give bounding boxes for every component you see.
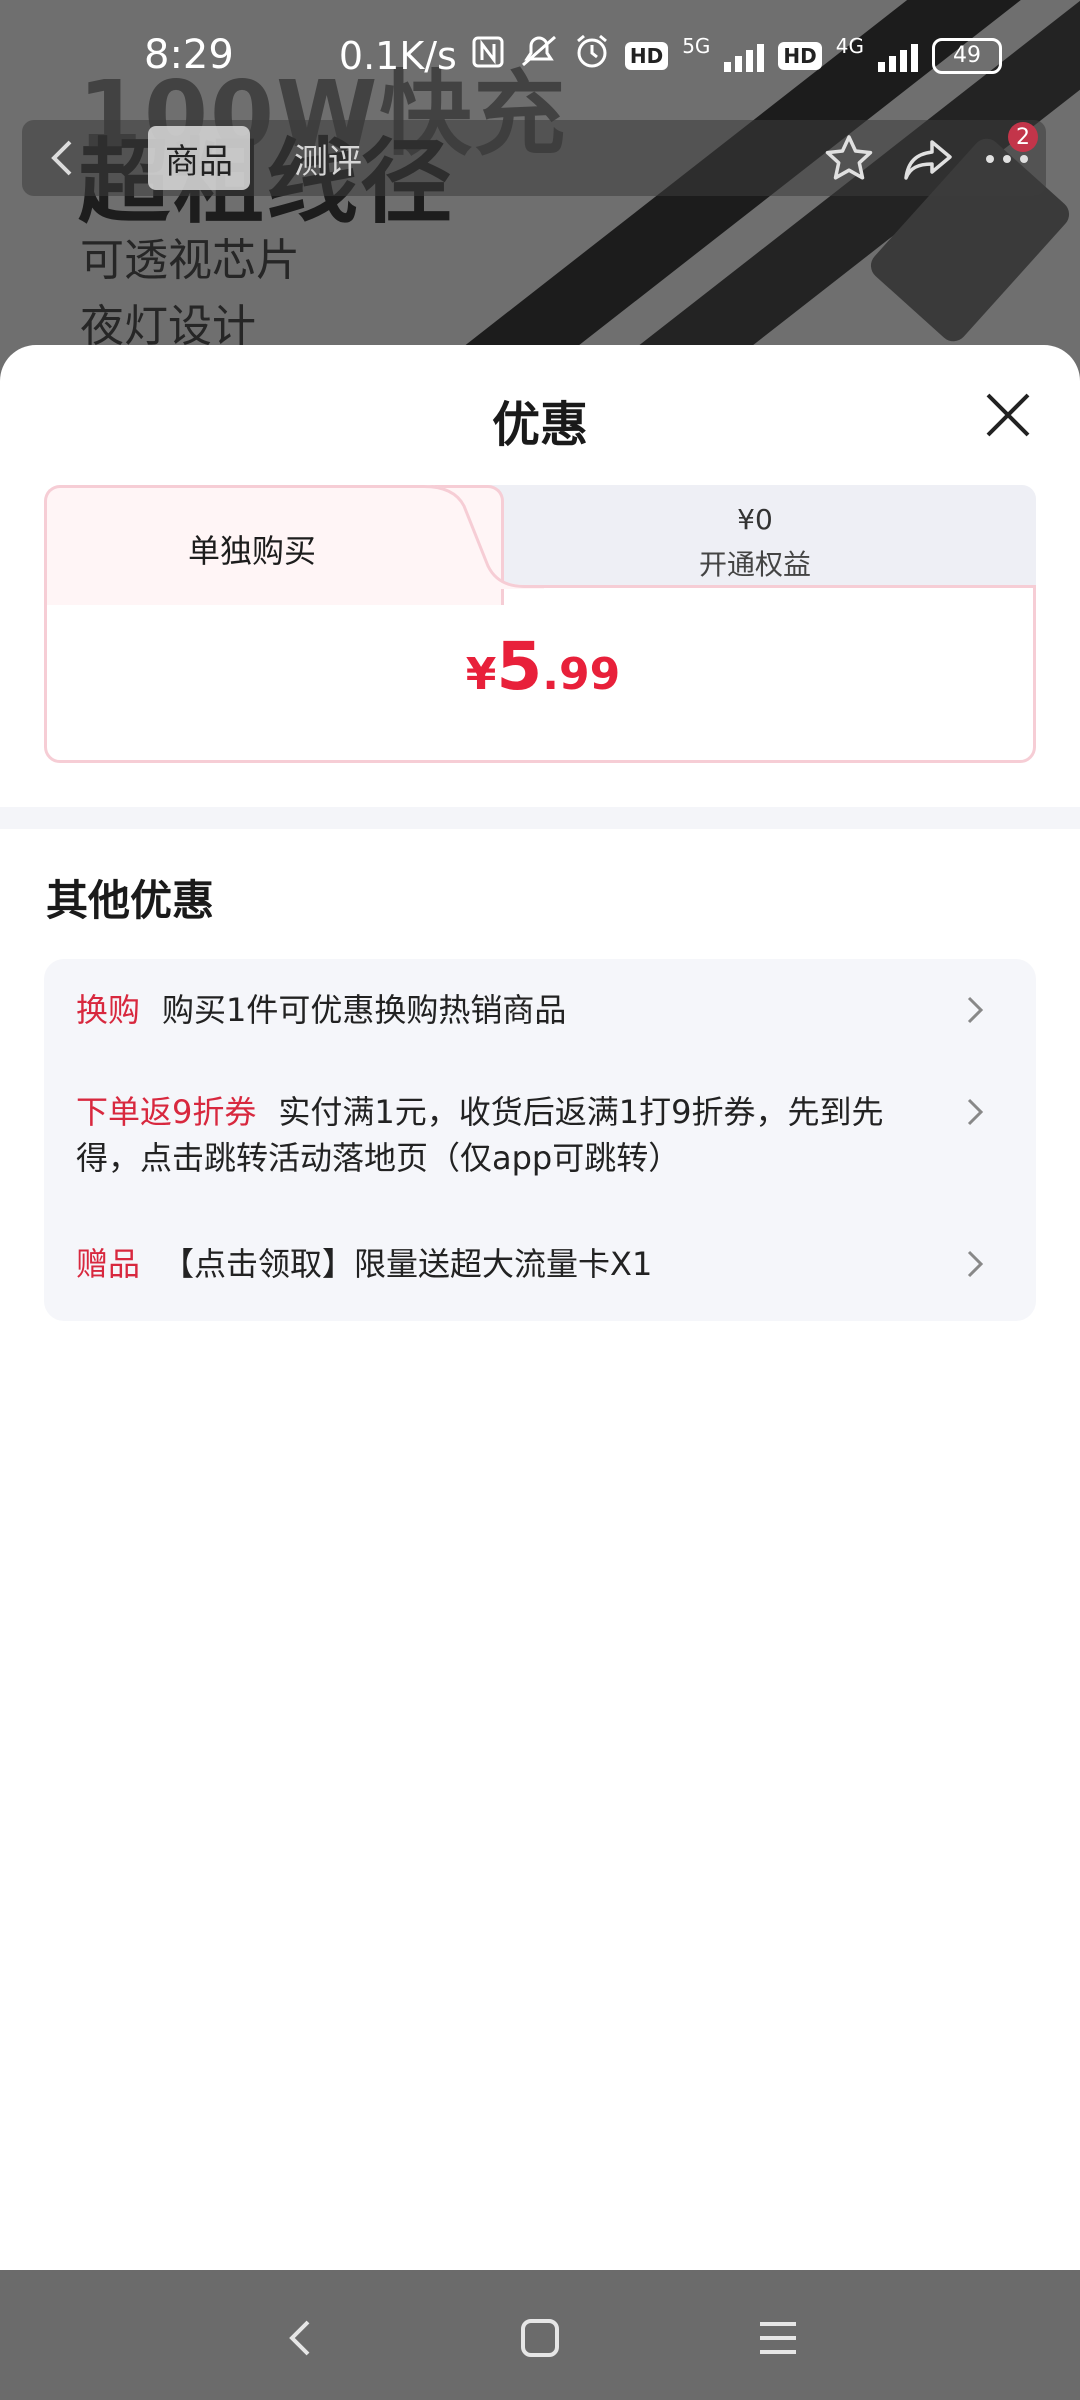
nfc-icon: [471, 34, 505, 78]
promo-item[interactable]: 换购 购买1件可优惠换购热销商品: [76, 987, 996, 1033]
promo-item[interactable]: 下单返9折券 实付满1元，收货后返满1打9折券，先到先得，点击跳转活动落地页（仅a…: [76, 1089, 996, 1181]
currency-symbol: ¥: [465, 649, 497, 700]
hd-badge: HD: [778, 41, 822, 70]
star-icon: [825, 135, 873, 180]
price-card: ¥0 开通权益 ¥5.99 单独购买: [44, 485, 1036, 763]
tab-product[interactable]: 商品: [148, 126, 250, 190]
favorite-button[interactable]: [822, 132, 876, 186]
price-card-body: ¥5.99: [44, 585, 1036, 763]
notification-badge: 2: [1008, 122, 1038, 152]
clock: 8:29: [144, 32, 234, 78]
promo-list: 换购 购买1件可优惠换购热销商品 下单返9折券 实付满1元，收货后返满1打9折券，先…: [44, 959, 1036, 1321]
promo-item[interactable]: 赠品 【点击领取】限量送超大流量卡X1: [76, 1241, 996, 1287]
mute-icon: [519, 33, 559, 78]
promo-tag: 换购: [76, 991, 141, 1029]
close-button[interactable]: [980, 387, 1036, 443]
battery-icon: 49: [932, 37, 1002, 74]
chevron-left-icon: [51, 140, 72, 176]
current-price: ¥5.99: [47, 628, 1039, 705]
product-feature: 可透视芯片: [80, 235, 300, 286]
system-nav-bar: [0, 2270, 1080, 2400]
share-icon: [904, 140, 952, 180]
network-type-1: 5G: [682, 33, 711, 58]
price-decimal: .99: [542, 649, 621, 700]
tab-slant-edge: [424, 485, 544, 589]
chevron-right-icon: [967, 996, 984, 1024]
signal-icon: [878, 40, 918, 72]
other-discounts-title: 其他优惠: [46, 876, 215, 925]
membership-price: ¥0: [737, 503, 773, 536]
back-button[interactable]: [40, 134, 88, 182]
product-nav-bar: 商品 测评 2: [22, 120, 1046, 196]
chevron-right-icon: [967, 1250, 984, 1278]
discount-sheet: 优惠 ¥0 开通权益 ¥5.99 单独购买 其他优惠 换购 购买1件可优惠换购热销…: [0, 345, 1080, 2270]
menu-icon: [760, 2322, 796, 2354]
membership-label: 开通权益: [698, 548, 811, 581]
network-type-2: 4G: [835, 33, 864, 58]
system-back-button[interactable]: [274, 2310, 330, 2366]
hd-badge: HD: [624, 41, 669, 70]
status-bar: 8:29 0.1K/s HD 5G HD 4G 49: [0, 0, 1080, 120]
tab-review[interactable]: 测评: [278, 126, 378, 190]
alarm-icon: [573, 32, 611, 79]
system-recents-button[interactable]: [750, 2310, 806, 2366]
promo-tag: 赠品: [76, 1245, 141, 1283]
more-button[interactable]: 2: [980, 122, 1038, 186]
promo-text: 【点击领取】限量送超大流量卡X1: [162, 1245, 653, 1283]
sheet-title: 优惠: [491, 397, 588, 453]
price-integer: 5: [496, 628, 543, 705]
back-icon: [289, 2320, 310, 2356]
close-icon: [986, 393, 1030, 437]
single-purchase-label: 单独购买: [187, 532, 316, 570]
chevron-right-icon: [967, 1098, 984, 1126]
signal-icon: [724, 40, 765, 72]
home-icon: [521, 2319, 559, 2357]
section-divider: [0, 807, 1080, 829]
system-home-button[interactable]: [512, 2310, 568, 2366]
promo-text: 购买1件可优惠换购热销商品: [162, 991, 567, 1029]
promo-tag: 下单返9折券: [76, 1093, 257, 1131]
share-button[interactable]: [902, 132, 956, 186]
network-speed: 0.1K/s: [338, 33, 457, 78]
